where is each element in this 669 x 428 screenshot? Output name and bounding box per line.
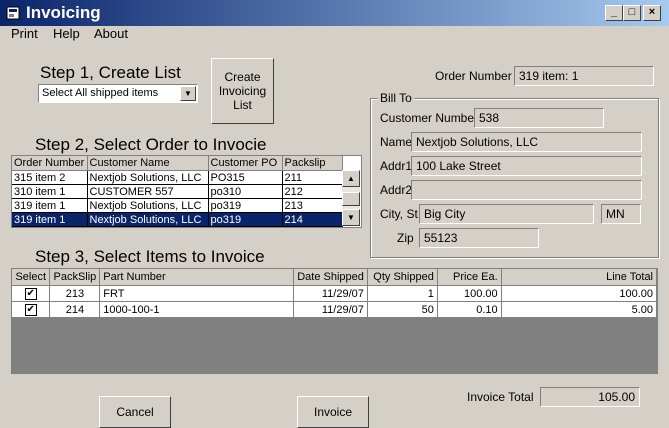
part-number-cell: FRT xyxy=(99,285,295,302)
line-total-cell: 100.00 xyxy=(501,285,657,302)
packslip-cell: 213 xyxy=(282,198,343,213)
invoicing-window: Invoicing _ □ × Print Help About Step 1,… xyxy=(0,0,669,428)
bill-to-title: Bill To xyxy=(378,91,414,105)
create-invoicing-list-button[interactable]: Create Invoicing List xyxy=(211,58,274,124)
item-row[interactable]: ✔ 214 1000-100-1 11/29/07 50 0.10 5.00 xyxy=(12,301,657,318)
items-table: Select PackSlip Part Number Date Shipped… xyxy=(12,269,657,318)
packslip-cell: 214 xyxy=(49,301,101,318)
invoice-total-label: Invoice Total xyxy=(467,390,534,404)
date-shipped-cell: 11/29/07 xyxy=(293,301,368,318)
order-row-selected[interactable]: 319 item 1 Nextjob Solutions, LLC po319 … xyxy=(12,212,343,227)
state-field: MN xyxy=(601,204,641,224)
orders-grid[interactable]: Order Number Customer Name Customer PO P… xyxy=(11,155,362,228)
scroll-thumb[interactable] xyxy=(342,192,360,206)
order-row[interactable]: 319 item 1 Nextjob Solutions, LLC po319 … xyxy=(12,198,343,213)
col-packslip[interactable]: Packslip xyxy=(282,156,343,171)
col-customer-name[interactable]: Customer Name xyxy=(87,156,209,171)
customer-po-cell: PO315 xyxy=(208,170,283,185)
invoice-total-field: 105.00 xyxy=(540,387,640,407)
col-price-each[interactable]: Price Ea. xyxy=(437,269,502,286)
close-button[interactable]: × xyxy=(643,5,661,21)
title-bar: Invoicing _ □ × xyxy=(0,0,669,26)
customer-po-cell: po319 xyxy=(208,212,283,227)
customer-name-cell: Nextjob Solutions, LLC xyxy=(87,212,209,227)
scroll-up-icon[interactable]: ▲ xyxy=(342,170,360,187)
zip-field: 55123 xyxy=(419,228,539,248)
window-title: Invoicing xyxy=(26,3,101,22)
price-each-cell: 100.00 xyxy=(437,285,502,302)
qty-shipped-cell: 50 xyxy=(367,301,438,318)
col-date-shipped[interactable]: Date Shipped xyxy=(293,269,368,286)
col-select[interactable]: Select xyxy=(12,269,51,286)
city-field: Big City xyxy=(419,204,594,224)
minimize-button[interactable]: _ xyxy=(605,5,623,21)
orders-scrollbar[interactable]: ▲ ▼ xyxy=(342,170,360,226)
item-row[interactable]: ✔ 213 FRT 11/29/07 1 100.00 100.00 xyxy=(12,285,657,302)
invoice-button[interactable]: Invoice xyxy=(297,396,369,428)
order-number-cell: 319 item 1 xyxy=(12,212,88,227)
step3-heading: Step 3, Select Items to Invoice xyxy=(35,247,265,266)
order-number-field: 319 item: 1 xyxy=(514,66,654,86)
name-field: Nextjob Solutions, LLC xyxy=(411,132,642,152)
col-packslip[interactable]: PackSlip xyxy=(49,269,101,286)
packslip-cell: 211 xyxy=(282,170,343,185)
col-part-number[interactable]: Part Number xyxy=(99,269,295,286)
line-total-cell: 5.00 xyxy=(501,301,657,318)
customer-po-cell: po319 xyxy=(208,198,283,213)
menu-bar: Print Help About xyxy=(0,26,669,46)
packslip-cell: 212 xyxy=(282,184,343,199)
dropdown-arrow-icon[interactable]: ▼ xyxy=(180,86,196,101)
menu-print[interactable]: Print xyxy=(11,26,38,41)
filter-selected-value: Select All shipped items xyxy=(42,87,159,99)
order-number-cell: 319 item 1 xyxy=(12,198,88,213)
items-grid[interactable]: Select PackSlip Part Number Date Shipped… xyxy=(11,268,658,374)
scroll-down-icon[interactable]: ▼ xyxy=(342,209,360,226)
customer-name-cell: Nextjob Solutions, LLC xyxy=(87,170,209,185)
addr1-field: 100 Lake Street xyxy=(411,156,642,176)
menu-help[interactable]: Help xyxy=(53,26,80,41)
customer-number-field: 538 xyxy=(474,108,604,128)
order-row[interactable]: 310 item 1 CUSTOMER 557 po310 212 xyxy=(12,184,343,199)
order-row[interactable]: 315 item 2 Nextjob Solutions, LLC PO315 … xyxy=(12,170,343,185)
col-line-total[interactable]: Line Total xyxy=(501,269,657,286)
col-qty-shipped[interactable]: Qty Shipped xyxy=(367,269,438,286)
customer-number-label: Customer Number xyxy=(380,111,479,125)
price-each-cell: 0.10 xyxy=(437,301,502,318)
order-number-label: Order Number xyxy=(435,69,512,83)
col-order-number[interactable]: Order Number xyxy=(12,156,88,171)
app-icon xyxy=(6,6,20,20)
customer-po-cell: po310 xyxy=(208,184,283,199)
orders-table: Order Number Customer Name Customer PO P… xyxy=(12,156,343,227)
addr2-field xyxy=(411,180,642,200)
select-checkbox[interactable]: ✔ xyxy=(24,288,37,300)
step2-heading: Step 2, Select Order to Invocie xyxy=(35,135,267,154)
customer-name-cell: Nextjob Solutions, LLC xyxy=(87,198,209,213)
date-shipped-cell: 11/29/07 xyxy=(293,285,368,302)
zip-label: Zip xyxy=(397,231,414,245)
menu-about[interactable]: About xyxy=(94,26,128,41)
packslip-cell: 213 xyxy=(49,285,101,302)
part-number-cell: 1000-100-1 xyxy=(99,301,295,318)
name-label: Name xyxy=(380,135,413,149)
maximize-button[interactable]: □ xyxy=(623,5,641,21)
order-number-cell: 310 item 1 xyxy=(12,184,88,199)
step1-heading: Step 1, Create List xyxy=(40,63,181,82)
city-state-label: City, St. xyxy=(380,207,422,221)
addr1-label: Addr1 xyxy=(380,159,413,173)
customer-name-cell: CUSTOMER 557 xyxy=(87,184,209,199)
addr2-label: Addr2 xyxy=(380,183,413,197)
packslip-cell: 214 xyxy=(282,212,343,227)
select-checkbox[interactable]: ✔ xyxy=(24,304,37,316)
cancel-button[interactable]: Cancel xyxy=(99,396,171,428)
qty-shipped-cell: 1 xyxy=(367,285,438,302)
shipped-filter-select[interactable]: Select All shipped items ▼ xyxy=(38,84,198,103)
order-number-cell: 315 item 2 xyxy=(12,170,88,185)
col-customer-po[interactable]: Customer PO xyxy=(208,156,283,171)
